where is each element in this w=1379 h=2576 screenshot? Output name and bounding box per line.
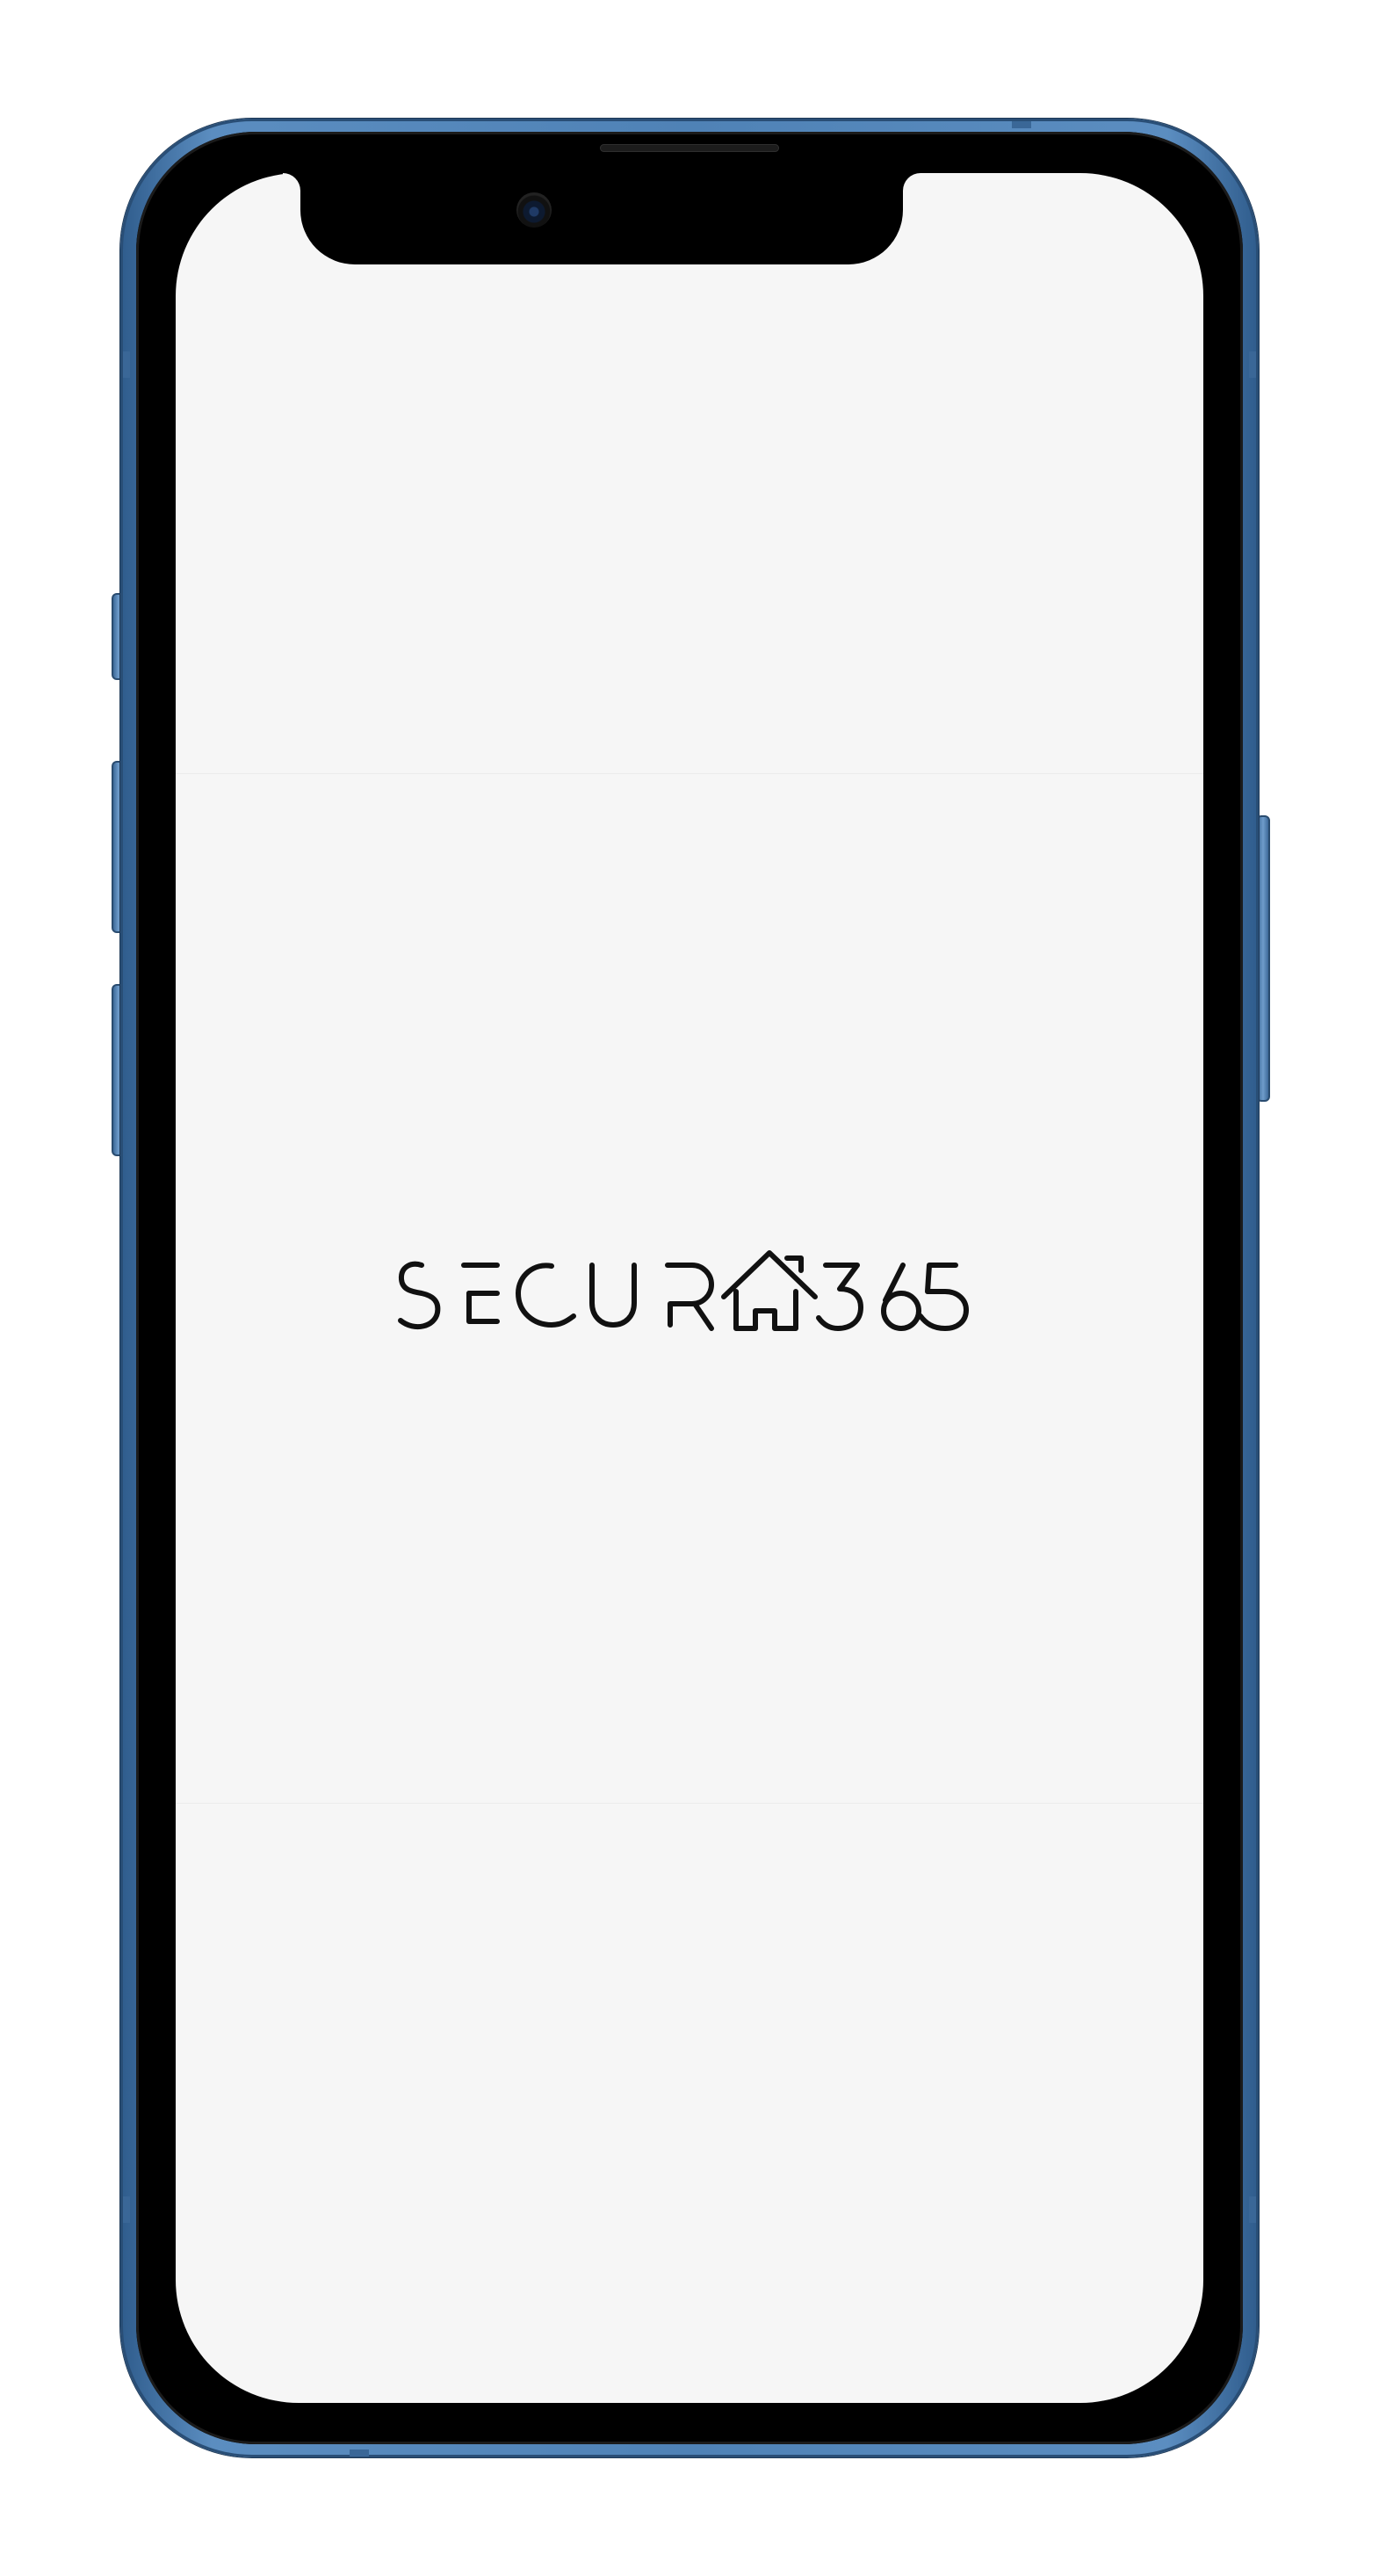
antenna-band — [123, 351, 130, 378]
antenna-band — [350, 2449, 369, 2457]
device-mockup: SECUR365 — [0, 0, 1379, 2576]
screen-divider — [176, 773, 1203, 774]
notch — [283, 173, 921, 264]
logo-wordmark-icon — [398, 1250, 969, 1331]
front-camera-icon — [516, 192, 552, 228]
earpiece-speaker — [600, 144, 779, 152]
screen-divider — [176, 1803, 1203, 1804]
antenna-band — [1012, 121, 1031, 128]
antenna-band — [123, 2196, 130, 2223]
antenna-band — [1249, 2196, 1256, 2223]
antenna-band — [1249, 351, 1256, 378]
app-logo: SECUR365 — [393, 1241, 987, 1346]
